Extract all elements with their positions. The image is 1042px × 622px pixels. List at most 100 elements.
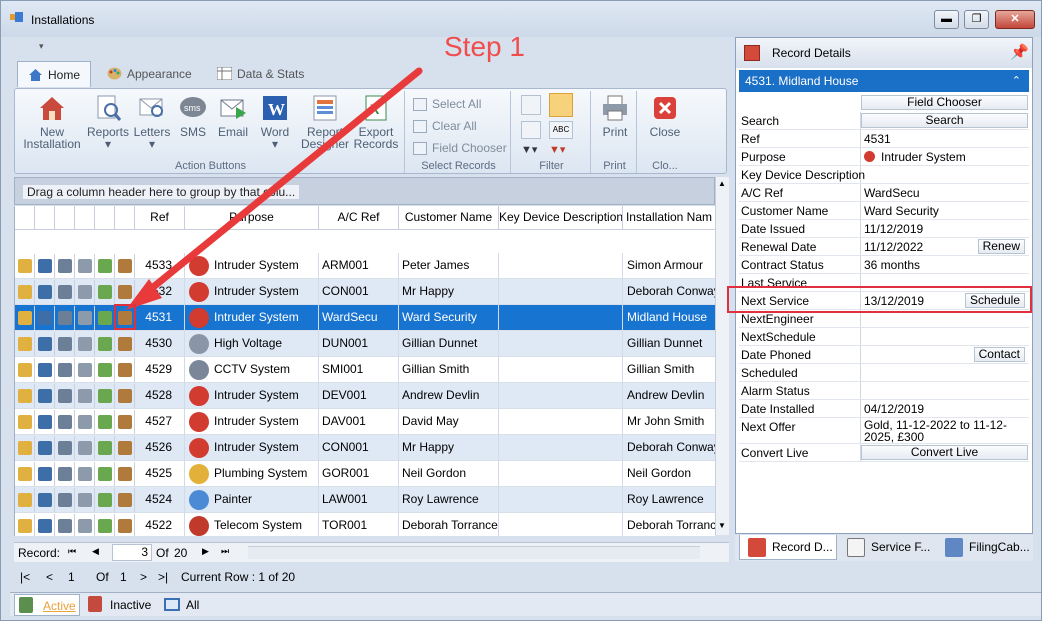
record-first-button[interactable]: ⏮ (68, 546, 76, 557)
detail-value[interactable]: WardSecu (864, 186, 920, 200)
row-action-user[interactable] (35, 254, 55, 278)
col-header-action-1[interactable] (15, 206, 35, 230)
table-row[interactable]: 4522 Telecom System TOR001 Deborah Torrance… (15, 513, 715, 536)
page-number[interactable]: 1 (68, 570, 75, 584)
col-header-purpose[interactable]: Purpose (185, 206, 319, 230)
filter-clear-icon[interactable]: ▼▾ (549, 143, 579, 159)
row-action-filing-box[interactable] (115, 358, 135, 382)
row-action-wrench[interactable] (75, 280, 95, 304)
row-action-edit-pencil[interactable] (15, 410, 35, 434)
row-action-edit-pencil[interactable] (15, 306, 35, 330)
row-action-add-job[interactable] (95, 436, 115, 460)
row-action-filing-box[interactable] (115, 254, 135, 278)
record-next-button[interactable]: ▶ (202, 546, 209, 557)
row-action-add-job[interactable] (95, 254, 115, 278)
table-row[interactable]: 4530 High Voltage DUN001 Gillian Dunnet Gill… (15, 331, 715, 357)
grid-vertical-scrollbar[interactable]: ▲ ▼ (715, 177, 729, 535)
print-button[interactable]: Print (595, 93, 635, 138)
reports-button[interactable]: Reports ▾ (85, 93, 131, 150)
row-action-filing-box[interactable] (115, 514, 135, 536)
row-action-add-job[interactable] (95, 514, 115, 536)
export-records-button[interactable]: X Export Records (349, 93, 403, 150)
row-action-add-job[interactable] (95, 410, 115, 434)
detail-value[interactable]: Gold, 11-12-2022 to 11-12-2025, £300 (864, 419, 1029, 443)
detail-value[interactable]: 11/12/2022 (864, 240, 923, 254)
col-header-action-6[interactable] (115, 206, 135, 230)
close-button[interactable]: Close (645, 93, 685, 138)
pin-icon[interactable]: 📌 (1010, 43, 1029, 61)
scroll-up-icon[interactable]: ▲ (718, 179, 726, 188)
row-action-calculator[interactable] (55, 358, 75, 382)
row-action-filing-box[interactable] (115, 410, 135, 434)
sms-button[interactable]: sms SMS (173, 93, 213, 138)
row-action-wrench[interactable] (75, 462, 95, 486)
row-action-edit-pencil[interactable] (15, 462, 35, 486)
detail-button[interactable]: Search (861, 113, 1028, 128)
row-action-user[interactable] (35, 358, 55, 382)
table-row[interactable]: 4527 Intruder System DAV001 David May Mr Joh… (15, 409, 715, 435)
row-action-user[interactable] (35, 410, 55, 434)
filter-funnel-icon[interactable]: ▼▾ (521, 143, 543, 159)
row-action-calculator[interactable] (55, 436, 75, 460)
quick-access-toolbar-icon[interactable]: ▾ (39, 41, 44, 52)
scroll-down-icon[interactable]: ▼ (718, 521, 726, 530)
page-last-button[interactable]: >| (158, 570, 168, 584)
clear-all-button[interactable]: Clear All (413, 119, 477, 134)
row-action-add-job[interactable] (95, 332, 115, 356)
row-action-wrench[interactable] (75, 332, 95, 356)
detail-value[interactable]: Intruder System (881, 150, 966, 164)
col-header-action-3[interactable] (55, 206, 75, 230)
row-action-edit-pencil[interactable] (15, 514, 35, 536)
tab-record-details[interactable]: Record D... (739, 535, 837, 560)
row-action-calculator[interactable] (55, 514, 75, 536)
row-action-edit-pencil[interactable] (15, 358, 35, 382)
record-title-bar[interactable]: 4531. Midland House ⌃ (739, 70, 1029, 92)
filter-option-icon[interactable] (521, 95, 541, 115)
table-row[interactable]: 4532 Intruder System CON001 Mr Happy Deborah… (15, 279, 715, 305)
row-action-add-job[interactable] (95, 280, 115, 304)
filter-settings-icon[interactable] (521, 121, 541, 139)
maximize-button[interactable]: ❐ (964, 10, 989, 29)
email-button[interactable]: Email (213, 93, 253, 138)
row-action-edit-pencil[interactable] (15, 332, 35, 356)
col-header-installation-name[interactable]: Installation Nam (623, 206, 715, 230)
row-action-edit-pencil[interactable] (15, 436, 35, 460)
record-prev-button[interactable]: ◀ (92, 546, 99, 557)
row-action-user[interactable] (35, 462, 55, 486)
tab-service-f[interactable]: Service F... (839, 535, 935, 560)
row-action-filing-box[interactable] (115, 280, 135, 304)
row-action-add-job[interactable] (95, 488, 115, 512)
table-row[interactable]: 4528 Intruder System DEV001 Andrew Devlin An… (15, 383, 715, 409)
row-action-wrench[interactable] (75, 384, 95, 408)
row-action-wrench[interactable] (75, 488, 95, 512)
row-action-add-job[interactable] (95, 462, 115, 486)
letters-button[interactable]: Letters ▾ (131, 93, 173, 150)
table-row[interactable]: 4526 Intruder System CON001 Mr Happy Deborah… (15, 435, 715, 461)
table-row[interactable]: 4525 Plumbing System GOR001 Neil Gordon Neil… (15, 461, 715, 487)
field-chooser-button[interactable]: Field Chooser (413, 141, 507, 156)
row-action-user[interactable] (35, 332, 55, 356)
tab-inactive[interactable]: Inactive (84, 594, 158, 616)
row-action-wrench[interactable] (75, 254, 95, 278)
table-row[interactable]: 4524 Painter LAW001 Roy Lawrence Roy Lawrenc… (15, 487, 715, 513)
row-action-add-job[interactable] (95, 358, 115, 382)
row-action-calculator[interactable] (55, 488, 75, 512)
new-installation-button[interactable]: New Installation (19, 93, 85, 150)
field-chooser-panel-button[interactable]: Field Chooser (861, 95, 1028, 110)
col-header-ac-ref[interactable]: A/C Ref (319, 206, 399, 230)
row-action-add-job[interactable] (95, 306, 115, 330)
row-action-calculator[interactable] (55, 280, 75, 304)
detail-value[interactable]: 11/12/2019 (864, 222, 923, 236)
row-action-edit-pencil[interactable] (15, 254, 35, 278)
detail-value[interactable]: 04/12/2019 (864, 402, 924, 416)
tab-all[interactable]: All (160, 594, 208, 616)
row-action-user[interactable] (35, 488, 55, 512)
page-first-button[interactable]: |< (20, 570, 30, 584)
tab-data-stats[interactable]: Data & Stats (207, 61, 313, 87)
tab-active[interactable]: Active (14, 594, 80, 616)
table-row[interactable]: 4533 Intruder System ARM001 Peter James Simo… (15, 253, 715, 279)
row-action-wrench[interactable] (75, 410, 95, 434)
tab-appearance[interactable]: Appearance (97, 61, 203, 87)
col-header-ref[interactable]: Ref (135, 206, 185, 230)
row-action-wrench[interactable] (75, 514, 95, 536)
